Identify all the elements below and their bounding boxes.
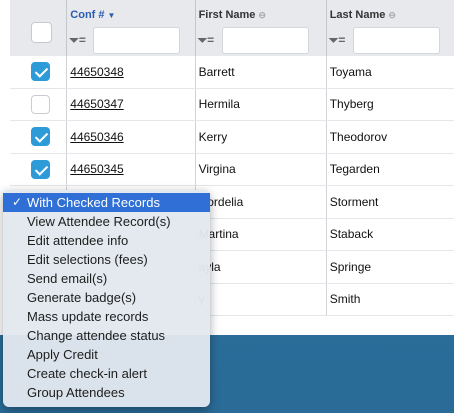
table-row[interactable]: 44650345 Virgina Tegarden xyxy=(10,153,454,186)
first-name-filter-input[interactable] xyxy=(221,27,309,54)
filter-icon[interactable]: ⏷= xyxy=(69,33,93,48)
menu-item[interactable]: Group Attendees xyxy=(3,383,210,402)
sortable-icon[interactable]: ⊖ xyxy=(388,10,396,20)
conf-cell: 44650346 xyxy=(66,120,196,154)
first-name-cell: Virgina xyxy=(195,153,327,186)
conf-cell: 44650348 xyxy=(66,56,196,89)
menu-item[interactable]: Create check-in alert xyxy=(3,364,210,383)
column-header-first-name[interactable]: First Name ⊖ ⏷= xyxy=(195,0,327,56)
menu-item[interactable]: Apply Credit xyxy=(3,345,210,364)
row-checkbox[interactable] xyxy=(31,62,50,82)
first-name-column-label[interactable]: First Name ⊖ xyxy=(199,9,326,21)
last-name-cell: Theodorov xyxy=(326,120,454,154)
first-name-cell: Cordelia xyxy=(195,185,327,219)
first-name-cell: Hermila xyxy=(195,88,327,121)
menu-item-label: Create check-in alert xyxy=(27,366,147,381)
first-name-cell: ayla xyxy=(195,250,327,284)
row-checkbox[interactable] xyxy=(31,159,50,179)
row-select-cell xyxy=(10,120,68,154)
menu-item-label: With Checked Records xyxy=(27,195,160,210)
last-name-cell: Storment xyxy=(326,185,454,219)
conf-cell: 44650345 xyxy=(66,153,196,186)
menu-item[interactable]: View Attendee Record(s) xyxy=(3,212,210,231)
column-header-last-name[interactable]: Last Name ⊖ ⏷= xyxy=(326,0,454,56)
menu-item[interactable]: Edit selections (fees) xyxy=(3,250,210,269)
last-name-cell: Toyama xyxy=(326,56,454,89)
menu-item-label: Group Attendees xyxy=(27,385,125,400)
conf-number-link[interactable]: 44650345 xyxy=(70,162,123,176)
column-header-conf[interactable]: Conf # ▼ ⏷= xyxy=(66,0,196,56)
first-name-cell: y xyxy=(195,283,327,316)
menu-item-label: Generate badge(s) xyxy=(27,290,137,305)
conf-cell: 44650347 xyxy=(66,88,196,121)
filter-icon[interactable]: ⏷= xyxy=(198,33,222,48)
last-name-cell: Thyberg xyxy=(326,88,454,121)
first-name-cell: Martina xyxy=(195,218,327,251)
last-name-filter-input[interactable] xyxy=(352,27,440,54)
menu-item-label: Edit selections (fees) xyxy=(27,252,148,267)
last-name-column-label[interactable]: Last Name ⊖ xyxy=(330,9,454,21)
checkmark-icon: ✓ xyxy=(12,195,23,209)
last-name-cell: Staback xyxy=(326,218,454,251)
table-row[interactable]: 44650346 Kerry Theodorov xyxy=(10,120,454,154)
filter-icon[interactable]: ⏷= xyxy=(329,33,353,48)
row-checkbox[interactable] xyxy=(31,94,50,114)
conf-number-link[interactable]: 44650346 xyxy=(70,130,123,144)
conf-number-link[interactable]: 44650348 xyxy=(70,65,123,79)
conf-filter-row: ⏷= xyxy=(69,27,194,54)
conf-filter-input[interactable] xyxy=(93,27,181,54)
select-all-header xyxy=(10,0,68,56)
row-select-cell xyxy=(10,56,68,89)
row-checkbox[interactable] xyxy=(31,127,50,147)
first-name-filter-row: ⏷= xyxy=(198,27,326,54)
menu-item-label: Edit attendee info xyxy=(27,233,129,248)
table-header-row: Conf #▼ ⏷= First Name⊖ ⏷= Last Name⊖ xyxy=(10,0,454,56)
last-name-cell: Tegarden xyxy=(326,153,454,186)
menu-item[interactable]: Edit attendee info xyxy=(3,231,210,250)
conf-number-link[interactable]: 44650347 xyxy=(70,97,123,111)
first-name-cell: Kerry xyxy=(195,120,327,154)
last-name-cell: Smith xyxy=(326,283,454,316)
sort-desc-icon[interactable]: ▼ xyxy=(108,11,116,20)
menu-item[interactable]: Send email(s) xyxy=(3,269,210,288)
row-select-cell xyxy=(10,88,68,121)
last-name-cell: Springe xyxy=(326,250,454,284)
conf-column-label[interactable]: Conf # ▼ xyxy=(70,9,194,21)
menu-item-label: Change attendee status xyxy=(27,328,166,343)
last-name-filter-row: ⏷= xyxy=(329,27,454,54)
table-row[interactable]: 44650348 Barrett Toyama xyxy=(10,56,454,89)
sortable-icon[interactable]: ⊖ xyxy=(258,10,266,20)
table-row[interactable]: 44650347 Hermila Thyberg xyxy=(10,88,454,121)
menu-item[interactable]: Generate badge(s) xyxy=(3,288,210,307)
menu-item[interactable]: Mass update records xyxy=(3,307,210,326)
menu-item-label: Mass update records xyxy=(27,309,149,324)
row-select-cell xyxy=(10,153,68,186)
select-all-checkbox[interactable] xyxy=(31,22,52,43)
checked-records-context-menu: ✓ With Checked Records View Attendee Recor… xyxy=(3,190,210,407)
menu-item-label: Send email(s) xyxy=(27,271,108,286)
menu-item-label: Apply Credit xyxy=(27,347,98,362)
menu-item[interactable]: Change attendee status xyxy=(3,326,210,345)
first-name-cell: Barrett xyxy=(195,56,327,89)
menu-item-label: View Attendee Record(s) xyxy=(27,214,171,229)
menu-item[interactable]: ✓ With Checked Records xyxy=(3,193,210,212)
